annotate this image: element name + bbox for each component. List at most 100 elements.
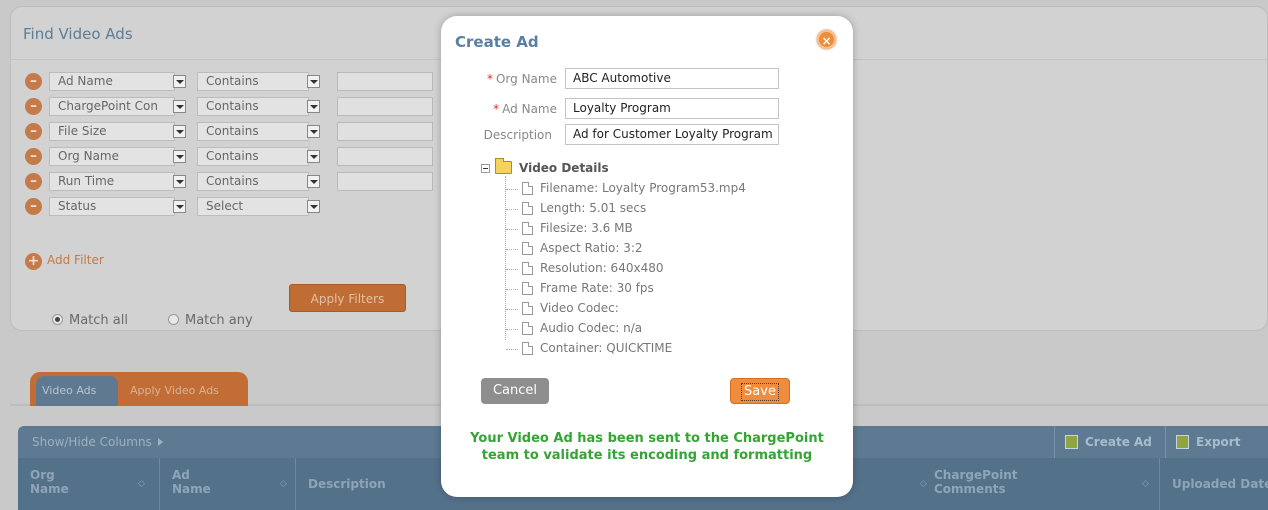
column-label: Uploaded Date ( [1172, 477, 1268, 491]
org-name-field[interactable]: ABC Automotive [565, 68, 779, 89]
remove-filter-icon[interactable]: – [25, 148, 42, 165]
filter-field-select[interactable]: Status [49, 197, 175, 216]
radio-unselected-icon[interactable] [168, 314, 179, 325]
chevron-down-icon[interactable] [173, 125, 186, 138]
file-icon [522, 322, 533, 335]
filter-value-input[interactable] [337, 172, 433, 191]
filter-operator-select[interactable]: Contains [197, 72, 309, 91]
tree-item-label: Container: QUICKTIME [540, 341, 673, 355]
org-name-label-text: Org Name [495, 72, 557, 86]
export-label: Export [1196, 435, 1241, 449]
match-all-radio[interactable]: Match all [52, 313, 128, 328]
tree-item-label: Video Codec: [540, 301, 619, 315]
remove-filter-icon[interactable]: – [25, 123, 42, 140]
dialog-title: Create Ad [455, 33, 539, 51]
create-ad-icon [1065, 435, 1078, 449]
chevron-down-icon[interactable] [173, 100, 186, 113]
required-marker: * [493, 102, 500, 116]
tree-item-label: Aspect Ratio: 3:2 [540, 241, 643, 255]
export-button[interactable]: Export [1165, 426, 1268, 458]
chevron-down-icon[interactable] [173, 200, 186, 213]
column-header-chargepoint-comments[interactable]: ChargePoint Comments ◇ ◇ [914, 458, 1160, 510]
save-label: Save [741, 383, 779, 401]
status-message-line: team to validate its encoding and format… [481, 448, 813, 463]
column-header-description[interactable]: Description [296, 458, 456, 510]
chevron-down-icon[interactable] [173, 75, 186, 88]
tab-apply-video-ads[interactable]: Apply Video Ads [124, 376, 228, 406]
remove-filter-icon[interactable]: – [25, 73, 42, 90]
chevron-down-icon[interactable] [173, 150, 186, 163]
sort-icon[interactable]: ◇ [138, 479, 145, 489]
column-header-ad-name[interactable]: Ad Name ◇ [160, 458, 296, 510]
ad-name-label-text: Ad Name [502, 102, 557, 116]
tree-connector [505, 176, 506, 340]
filter-operator-select[interactable]: Contains [197, 122, 309, 141]
column-label: Org Name [30, 468, 69, 496]
chevron-down-icon[interactable] [307, 175, 320, 188]
column-label: ChargePoint Comments [934, 468, 1018, 496]
status-message-line: Your Video Ad has been sent to the Charg… [470, 431, 824, 446]
save-button[interactable]: Save [730, 378, 790, 404]
chevron-down-icon[interactable] [307, 75, 320, 88]
tree-item-label: Filename: Loyalty Program53.mp4 [540, 181, 746, 195]
filter-operator-select[interactable]: Contains [197, 172, 309, 191]
show-hide-columns-toggle[interactable]: Show/Hide Columns [32, 435, 163, 449]
filter-value-input[interactable] [337, 147, 433, 166]
chevron-down-icon[interactable] [173, 175, 186, 188]
chevron-down-icon[interactable] [307, 100, 320, 113]
file-icon [522, 282, 533, 295]
tree-item-label: Audio Codec: n/a [540, 321, 643, 335]
radio-selected-icon[interactable] [52, 314, 63, 325]
column-label: Description [308, 477, 386, 491]
show-hide-label: Show/Hide Columns [32, 435, 152, 449]
sort-icon[interactable]: ◇ [280, 479, 287, 489]
filter-operator-select[interactable]: Contains [197, 147, 309, 166]
chevron-down-icon[interactable] [307, 150, 320, 163]
add-filter-label[interactable]: Add Filter [47, 253, 104, 267]
sort-icon[interactable]: ◇ [920, 479, 927, 489]
filter-field-select[interactable]: Run Time [49, 172, 175, 191]
filter-value-input[interactable] [337, 97, 433, 116]
export-icon [1176, 435, 1189, 449]
find-panel-title: Find Video Ads [23, 25, 133, 43]
tree-item-label: Frame Rate: 30 fps [540, 281, 654, 295]
column-header-uploaded-date[interactable]: Uploaded Date ( [1160, 458, 1268, 510]
filter-operator-select[interactable]: Contains [197, 97, 309, 116]
plus-icon[interactable]: + [25, 253, 42, 270]
org-name-label: * Org Name [480, 72, 557, 86]
tree-root-label: Video Details [519, 161, 609, 175]
filter-field-select[interactable]: File Size [49, 122, 175, 141]
file-icon [522, 262, 533, 275]
file-icon [522, 202, 533, 215]
remove-filter-icon[interactable]: – [25, 173, 42, 190]
sort-icon[interactable]: ◇ [1142, 479, 1149, 489]
chevron-down-icon[interactable] [307, 125, 320, 138]
filter-operator-select[interactable]: Select [197, 197, 309, 216]
remove-filter-icon[interactable]: – [25, 198, 42, 215]
collapse-icon[interactable] [481, 164, 490, 173]
remove-filter-icon[interactable]: – [25, 98, 42, 115]
match-any-radio[interactable]: Match any [168, 313, 253, 328]
apply-filters-button[interactable]: Apply Filters [289, 284, 406, 312]
description-field[interactable]: Ad for Customer Loyalty Program [565, 124, 779, 145]
folder-icon [495, 158, 512, 174]
required-marker: * [486, 72, 493, 86]
close-icon[interactable]: × [817, 30, 836, 49]
status-message: Your Video Ad has been sent to the Charg… [451, 430, 843, 464]
filter-field-select[interactable]: Ad Name [49, 72, 175, 91]
filter-field-select[interactable]: ChargePoint Con [49, 97, 175, 116]
filter-value-input[interactable] [337, 72, 433, 91]
column-header-org-name[interactable]: Org Name ◇ [18, 458, 160, 510]
tree-item-label: Resolution: 640x480 [540, 261, 664, 275]
create-ad-button[interactable]: Create Ad [1054, 426, 1164, 458]
filter-value-input[interactable] [337, 122, 433, 141]
column-label: Ad Name [172, 468, 211, 496]
file-icon [522, 182, 533, 195]
tab-video-ads[interactable]: Video Ads [36, 376, 118, 406]
ad-name-field[interactable]: Loyalty Program [565, 98, 779, 119]
description-label: Description [483, 128, 552, 142]
video-details-tree: Video Details Filename: Loyalty Program5… [481, 158, 841, 358]
cancel-button[interactable]: Cancel [481, 378, 549, 404]
filter-field-select[interactable]: Org Name [49, 147, 175, 166]
chevron-down-icon[interactable] [307, 200, 320, 213]
